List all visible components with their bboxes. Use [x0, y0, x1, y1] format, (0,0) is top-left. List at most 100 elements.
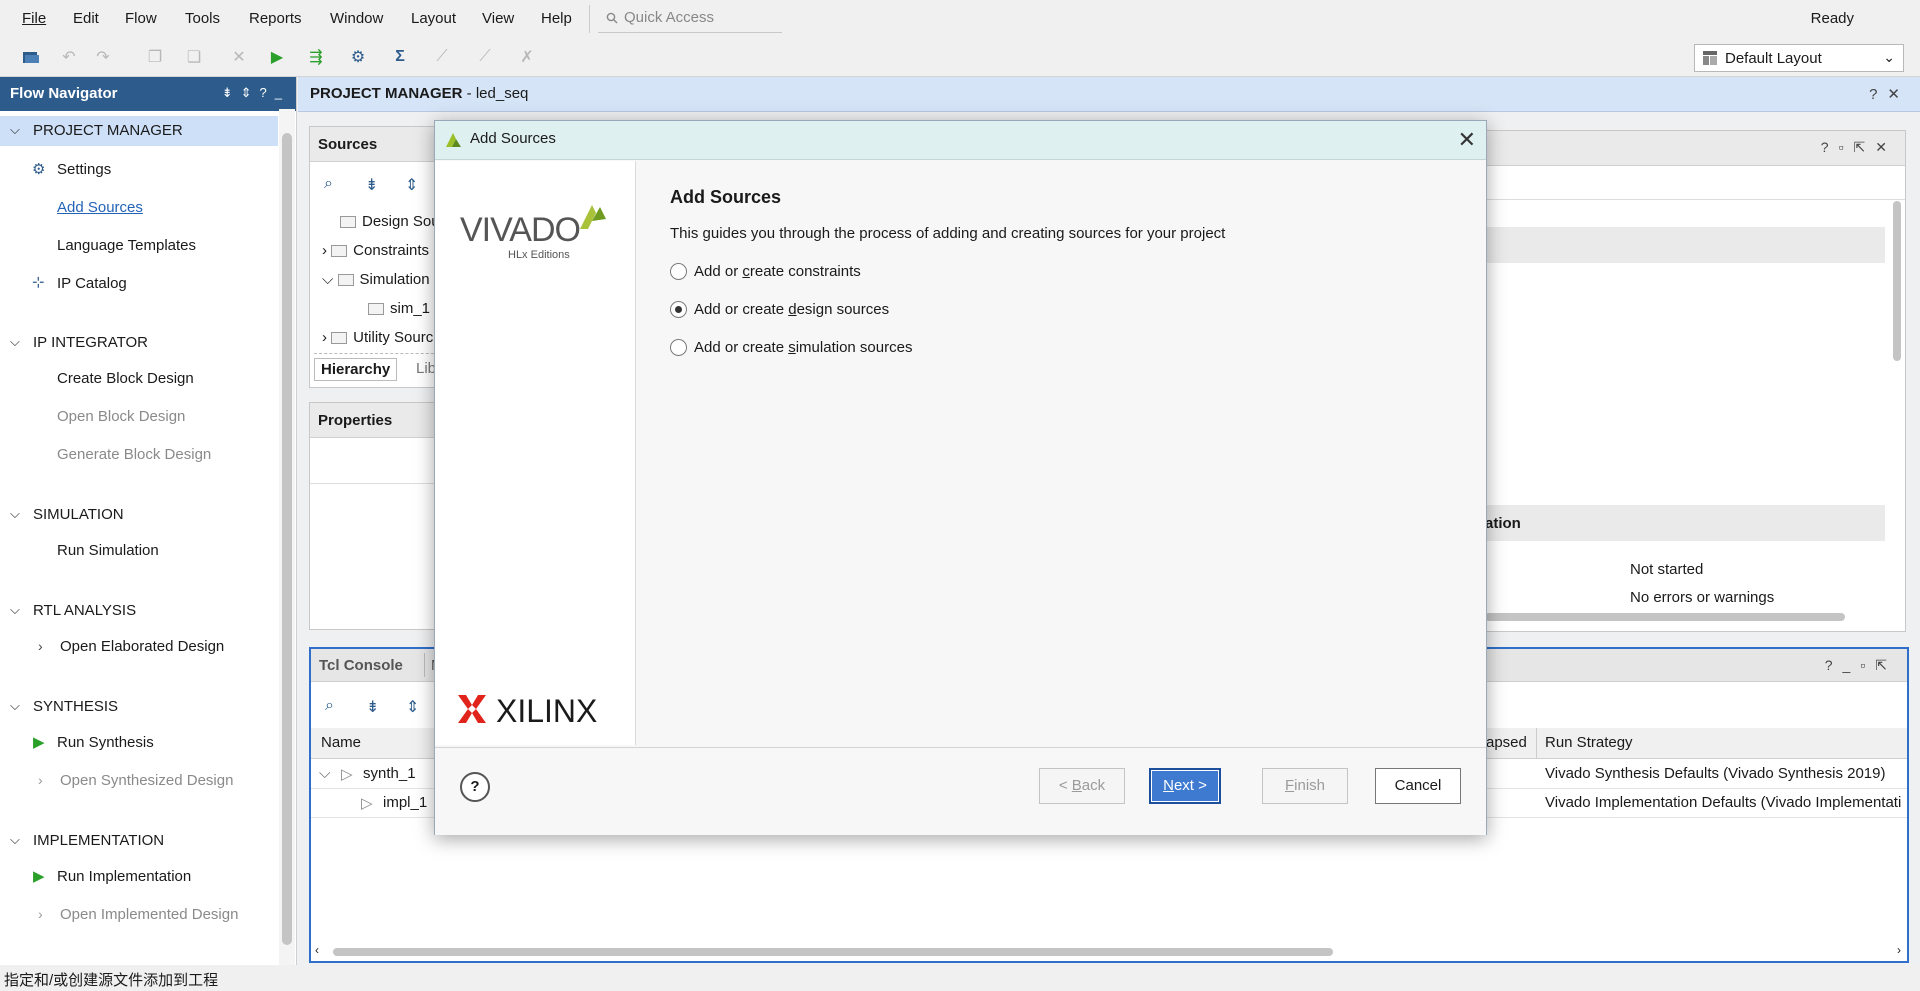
flow-navigator: Flow Navigator ⇟⇕?_ ⌵ PROJECT MANAGER ⚙ … [0, 77, 297, 965]
header-icons[interactable]: ?✕ [1869, 85, 1910, 103]
settings-gear-icon[interactable]: ⚙ [347, 46, 369, 68]
bottom-header-icons[interactable]: ?_▫⇱ [1825, 657, 1897, 674]
unmark-debug-icon[interactable]: ✗ [516, 46, 538, 68]
col-name[interactable]: Name [321, 728, 361, 758]
redo-icon[interactable]: ↷ [92, 46, 114, 68]
finish-button[interactable]: Finish [1262, 768, 1348, 804]
menu-edit[interactable]: Edit [73, 10, 99, 27]
tab-tcl-console[interactable]: Tcl Console [319, 657, 403, 674]
collapse-all-icon[interactable]: ⇟ [365, 175, 378, 195]
radio-button[interactable] [670, 301, 687, 318]
help-button[interactable]: ? [460, 772, 490, 802]
search-icon[interactable]: ⌕ [325, 697, 334, 715]
nav-scrollbar[interactable] [279, 109, 295, 965]
nav-item-language-templates[interactable]: Language Templates [57, 237, 196, 254]
undo-icon[interactable]: ↶ [58, 46, 80, 68]
menu-reports[interactable]: Reports [249, 10, 302, 27]
nav-item-open-implemented-design[interactable]: Open Implemented Design [60, 906, 238, 923]
program-device-icon[interactable]: ⇶ [305, 46, 327, 68]
status-text: 指定和/或创建源文件添加到工程 [4, 972, 219, 989]
scroll-left-icon[interactable]: ‹ [315, 943, 319, 957]
nav-item-create-block-design[interactable]: Create Block Design [57, 370, 194, 387]
bottom-hscroll[interactable]: ‹ › [315, 943, 1901, 959]
nav-section-synthesis[interactable]: ⌵ SYNTHESIS [0, 692, 278, 722]
next-button[interactable]: Next > [1149, 768, 1221, 804]
layout-select-value: Default Layout [1725, 50, 1822, 67]
nav-section-rtl-analysis[interactable]: ⌵ RTL ANALYSIS [0, 596, 278, 626]
col-run-strategy[interactable]: Run Strategy [1545, 728, 1633, 758]
mark-debug-icon[interactable]: ⟋ [474, 46, 496, 68]
chevron-down-icon[interactable]: ⌵ [319, 765, 330, 782]
summary-header-icons[interactable]: ?▫⇱✕ [1821, 139, 1897, 156]
nav-item-open-elaborated-design[interactable]: Open Elaborated Design [60, 638, 224, 655]
nav-item-add-sources[interactable]: Add Sources [57, 199, 143, 216]
nav-section-ip-integrator[interactable]: ⌵ IP INTEGRATOR [0, 328, 278, 358]
tab-hierarchy[interactable]: Hierarchy [314, 358, 398, 381]
expand-all-icon[interactable]: ⇕ [406, 697, 419, 717]
nav-section-simulation[interactable]: ⌵ SIMULATION [0, 500, 278, 530]
flow-navigator-header-icons[interactable]: ⇟⇕?_ [222, 85, 290, 101]
dialog-title: Add Sources [470, 130, 556, 147]
expand-all-icon[interactable]: ⇕ [405, 175, 418, 195]
search-icon[interactable]: ⌕ [324, 175, 333, 193]
nav-item-run-implementation[interactable]: Run Implementation [57, 868, 191, 885]
scrollbar-thumb[interactable] [282, 133, 292, 945]
tree-row[interactable]: › Constraints [322, 242, 429, 259]
summary-vscroll[interactable] [1891, 181, 1903, 611]
run-strategy: Vivado Synthesis Defaults (Vivado Synthe… [1545, 765, 1886, 782]
nav-item-generate-block-design[interactable]: Generate Block Design [57, 446, 211, 463]
nav-section-project-manager[interactable]: ⌵ PROJECT MANAGER [0, 116, 278, 146]
copy-icon[interactable]: ❐ [144, 46, 166, 68]
menu-file[interactable]: File [22, 10, 46, 27]
back-button[interactable]: < Back [1039, 768, 1125, 804]
properties-panel: Properties [309, 402, 451, 630]
nav-item-run-synthesis[interactable]: Run Synthesis [57, 734, 154, 751]
nav-item-open-block-design[interactable]: Open Block Design [57, 408, 185, 425]
menu-window[interactable]: Window [330, 10, 383, 27]
summary-hscroll[interactable] [1485, 611, 1865, 623]
menu-layout[interactable]: Layout [411, 10, 456, 27]
close-icon[interactable]: ✕ [1458, 127, 1476, 153]
status-ready: Ready [1810, 10, 1854, 27]
tree-row[interactable]: sim_1 [368, 300, 430, 317]
radio-button[interactable] [670, 263, 687, 280]
col-elapsed[interactable]: apsed [1486, 728, 1527, 758]
page-title: PROJECT MANAGER - led_seq [310, 85, 529, 102]
debug-icon[interactable]: ⟋ [431, 46, 453, 68]
chevron-right-icon[interactable]: › [38, 638, 43, 654]
nav-item-run-simulation[interactable]: Run Simulation [57, 542, 159, 559]
nav-section-implementation[interactable]: ⌵ IMPLEMENTATION [0, 826, 278, 856]
layout-select[interactable]: Default Layout ⌄ [1694, 44, 1904, 72]
run-strategy: Vivado Implementation Defaults (Vivado I… [1545, 794, 1901, 811]
menu-tools[interactable]: Tools [185, 10, 220, 27]
status-bar: 指定和/或创建源文件添加到工程 [0, 965, 1920, 991]
nav-item-open-synthesized-design[interactable]: Open Synthesized Design [60, 772, 233, 789]
menu-view[interactable]: View [482, 10, 514, 27]
paste-icon[interactable]: ❏ [183, 46, 205, 68]
delete-icon[interactable]: ✕ [228, 46, 250, 68]
tree-row[interactable]: ⌵ Simulation [322, 271, 430, 288]
collapse-all-icon[interactable]: ⇟ [366, 697, 379, 717]
scroll-right-icon[interactable]: › [1897, 943, 1901, 957]
ip-catalog-icon: ⊹ [32, 274, 45, 291]
chevron-down-icon: ⌄ [1883, 49, 1895, 65]
chevron-right-icon[interactable]: › [38, 906, 43, 922]
nav-item-ip-catalog[interactable]: IP Catalog [57, 275, 127, 292]
nav-item-settings[interactable]: Settings [57, 161, 111, 178]
quick-access-input[interactable]: Quick Access [598, 4, 782, 33]
menu-flow[interactable]: Flow [125, 10, 157, 27]
open-project-icon[interactable] [20, 46, 42, 68]
tree-row[interactable]: Design Sou [340, 213, 440, 230]
cancel-button[interactable]: Cancel [1375, 768, 1461, 804]
collapse-icon: ⌵ [10, 334, 20, 349]
menu-help[interactable]: Help [541, 10, 572, 27]
folder-icon [337, 274, 354, 287]
chevron-right-icon[interactable]: › [38, 772, 43, 788]
radio-button[interactable] [670, 339, 687, 356]
report-sum-icon[interactable]: Σ [389, 46, 411, 68]
run-icon[interactable]: ▶ [266, 46, 288, 68]
tree-row[interactable]: › Utility Sourc [322, 329, 433, 346]
sources-tabs: Hierarchy Lib [314, 353, 444, 382]
vivado-logo: VIVADO HLx Editions [460, 201, 620, 271]
run-status-icon: ▷ [341, 766, 353, 783]
